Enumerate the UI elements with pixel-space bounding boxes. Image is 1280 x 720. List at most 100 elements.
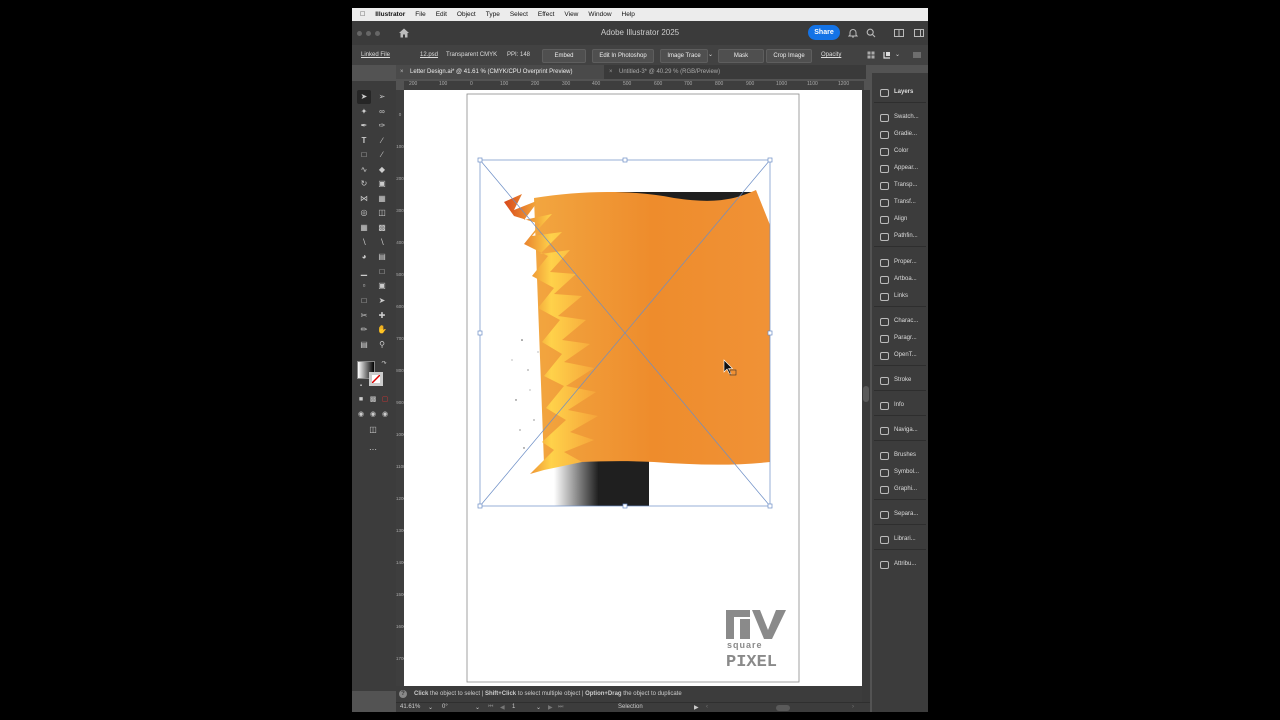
puppet-warp-tool-icon[interactable]: ➤ — [375, 294, 389, 308]
mask-button[interactable]: Mask — [718, 49, 764, 63]
swap-fill-stroke-icon[interactable]: ↷ — [377, 357, 391, 371]
panel-navigator[interactable]: Naviga... — [874, 423, 926, 439]
eyedropper-tool-icon[interactable]: ∖ — [357, 236, 371, 250]
direct-selection-tool-icon[interactable]: ➢ — [375, 90, 389, 104]
measure-tool-icon[interactable]: ∖ — [375, 236, 389, 250]
artboard-dropdown-icon[interactable]: ⌄ — [536, 704, 541, 711]
rotation-field[interactable]: 0° — [442, 704, 448, 710]
rotate-tool-icon[interactable]: ↻ — [357, 177, 371, 191]
menu-object[interactable]: Object — [457, 11, 476, 18]
panel-swatches[interactable]: Swatch... — [874, 110, 926, 126]
print-tiling-tool-icon[interactable]: ▤ — [357, 338, 371, 352]
crop-tool-icon[interactable]: □ — [357, 294, 371, 308]
horizontal-scroll-thumb[interactable] — [776, 705, 790, 711]
menu-edit[interactable]: Edit — [436, 11, 447, 18]
scroll-right-icon[interactable]: › — [852, 704, 854, 710]
panel-menu-icon[interactable] — [913, 51, 921, 59]
panel-artboards[interactable]: Artboa... — [874, 272, 926, 288]
width-tool-icon[interactable]: ⋈ — [357, 192, 371, 206]
artboard-view[interactable]: square PIXEL — [404, 90, 862, 686]
panel-pathfinder[interactable]: Pathfin... — [874, 229, 926, 245]
curvature-tool-icon[interactable]: ✑ — [375, 119, 389, 133]
panel-graphic-styles[interactable]: Graphi... — [874, 482, 926, 498]
tab-close-icon[interactable]: × — [609, 65, 613, 79]
panel-symbols[interactable]: Symbol... — [874, 465, 926, 481]
image-trace-button[interactable]: Image Trace — [660, 49, 708, 63]
gradient-tool-icon[interactable]: ▩ — [375, 221, 389, 235]
panel-transform[interactable]: Transf... — [874, 195, 926, 211]
panel-paragraph[interactable]: Paragr... — [874, 331, 926, 347]
pencil-tool-icon[interactable]: ✏ — [357, 323, 371, 337]
canvas-area[interactable]: square PIXEL — [404, 90, 862, 686]
bell-icon[interactable] — [848, 28, 858, 38]
panel-info[interactable]: Info — [874, 398, 926, 414]
arrange-documents-icon[interactable] — [894, 28, 904, 38]
menu-effect[interactable]: Effect — [538, 11, 555, 18]
artboard-number-field[interactable]: 1 — [512, 704, 515, 710]
edit-in-photoshop-button[interactable]: Edit In Photoshop — [592, 49, 654, 63]
free-transform-tool-icon[interactable]: ▦ — [375, 192, 389, 206]
menu-file[interactable]: File — [415, 11, 425, 18]
panel-attributes[interactable]: Attribu... — [874, 557, 926, 573]
embed-button[interactable]: Embed — [542, 49, 586, 63]
line-tool-icon[interactable]: ∕ — [375, 134, 389, 148]
align-options-icon[interactable] — [867, 51, 875, 59]
menu-type[interactable]: Type — [486, 11, 500, 18]
next-artboard-icon[interactable]: ▶ — [548, 704, 553, 711]
shape-mode-tool-icon[interactable]: ▣ — [375, 279, 389, 293]
eraser-tool-icon[interactable]: ◆ — [375, 163, 389, 177]
selection-tool-icon[interactable]: ➤ — [357, 90, 371, 104]
zoom-tool-icon[interactable]: ⚲ — [375, 338, 389, 352]
menu-app-name[interactable]: Illustrator — [375, 11, 405, 18]
previous-artboard-icon[interactable]: ◀ — [500, 704, 505, 711]
search-icon[interactable] — [866, 28, 876, 38]
panel-stroke[interactable]: Stroke — [874, 373, 926, 389]
scrollbar-thumb[interactable] — [863, 386, 869, 402]
type-tool-icon[interactable]: T — [357, 134, 371, 148]
mesh-tool-icon[interactable]: ▦ — [357, 221, 371, 235]
stroke-swatch[interactable] — [369, 372, 383, 386]
none-mode-icon[interactable]: ▢ — [378, 393, 392, 407]
magic-wand-tool-icon[interactable]: ✦ — [357, 105, 371, 119]
linked-file-name[interactable]: 12.psd — [420, 45, 438, 65]
menu-window[interactable]: Window — [588, 11, 611, 18]
transform-dropdown-icon[interactable]: ⌄ — [895, 45, 900, 65]
artboard-tool-icon[interactable]: □ — [375, 265, 389, 279]
tab-letter-design[interactable]: × Letter Design.ai* @ 41.61 % (CMYK/CPU … — [396, 65, 604, 79]
tab-untitled-3[interactable]: × Untitled-3* @ 40.29 % (RGB/Preview) — [606, 65, 766, 79]
status-menu-icon[interactable]: ▶ — [694, 704, 699, 711]
zoom-dropdown-icon[interactable]: ⌄ — [428, 704, 433, 711]
pen-tool-icon[interactable]: ✒ — [357, 119, 371, 133]
panel-links[interactable]: Links — [874, 289, 926, 305]
panel-gradient[interactable]: Gradie... — [874, 127, 926, 143]
more-tools-icon[interactable]: ⋯ — [366, 443, 380, 457]
paintbrush-tool-icon[interactable]: ∕ — [375, 148, 389, 162]
tab-close-icon[interactable]: × — [400, 65, 404, 79]
panel-appearance[interactable]: Appear... — [874, 161, 926, 177]
share-button[interactable]: Share — [808, 25, 840, 40]
anchor-tool-icon[interactable]: ✚ — [375, 309, 389, 323]
workspace-switcher-icon[interactable] — [914, 28, 924, 38]
transform-reference-icon[interactable] — [883, 51, 891, 59]
lasso-tool-icon[interactable]: ∞ — [375, 105, 389, 119]
panel-color[interactable]: Color — [874, 144, 926, 160]
slice-tool-icon[interactable]: ▫ — [357, 279, 371, 293]
column-graph-tool-icon[interactable]: ▁ — [357, 265, 371, 279]
rectangle-tool-icon[interactable]: □ — [357, 148, 371, 162]
panel-character[interactable]: Charac... — [874, 314, 926, 330]
panel-layers[interactable]: Layers — [874, 85, 926, 101]
image-trace-dropdown-icon[interactable]: ⌄ — [708, 45, 713, 65]
hand-tool-icon[interactable]: ✋ — [375, 323, 389, 337]
crop-image-button[interactable]: Crop Image — [766, 49, 812, 63]
symbol-sprayer-tool-icon[interactable]: ▤ — [375, 250, 389, 264]
first-artboard-icon[interactable]: ⏮ — [488, 704, 493, 711]
blend-tool-icon[interactable]: ◕ — [357, 250, 371, 264]
panel-libraries[interactable]: Librari... — [874, 532, 926, 548]
linked-file-link[interactable]: Linked File — [361, 45, 390, 65]
panel-opentype[interactable]: OpenT... — [874, 348, 926, 364]
scroll-left-icon[interactable]: ‹ — [706, 704, 708, 710]
vertical-scrollbar[interactable] — [862, 90, 870, 702]
menu-select[interactable]: Select — [510, 11, 528, 18]
menu-view[interactable]: View — [564, 11, 578, 18]
panel-separations[interactable]: Separa... — [874, 507, 926, 523]
